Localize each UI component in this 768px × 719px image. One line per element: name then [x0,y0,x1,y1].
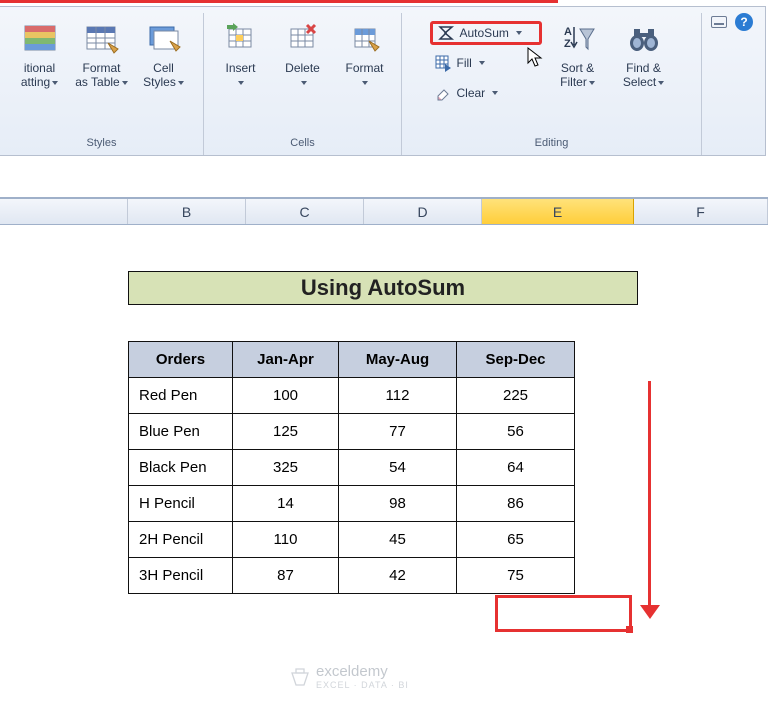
insert-button[interactable]: Insert [211,17,271,115]
cell[interactable]: 98 [339,486,457,522]
merged-title-cell[interactable]: Using AutoSum [128,271,638,305]
conditional-formatting-button[interactable]: itionalatting [10,17,70,115]
cell[interactable]: 54 [339,450,457,486]
cell-styles-button[interactable]: CellStyles [134,17,194,115]
group-label-cells: Cells [290,137,314,153]
format-as-table-label: Formatas Table [75,61,120,89]
fill-label: Fill [457,56,472,70]
format-as-table-button[interactable]: Formatas Table [72,17,132,115]
cell[interactable]: 110 [233,522,339,558]
ribbon: ? itionalatting Formatas Table CellStyle… [0,6,766,156]
insert-icon [223,21,259,57]
table-row: 2H Pencil 110 45 65 [129,522,575,558]
cell[interactable]: 77 [339,414,457,450]
svg-text:A: A [564,26,572,38]
cell[interactable]: Blue Pen [129,414,233,450]
watermark-sub: EXCEL · DATA · BI [316,680,409,690]
column-header-b[interactable]: B [128,199,246,224]
format-button[interactable]: Format [335,17,395,115]
cell[interactable]: H Pencil [129,486,233,522]
conditional-formatting-label: itionalatting [21,61,55,89]
cell[interactable]: 86 [457,486,575,522]
cell[interactable]: Black Pen [129,450,233,486]
binoculars-icon [626,21,662,57]
fill-icon [434,54,452,72]
group-cells: Insert Delete Format Cells [204,13,402,155]
cell[interactable]: 2H Pencil [129,522,233,558]
watermark: exceldemy EXCEL · DATA · BI [290,663,409,690]
cell[interactable]: Red Pen [129,378,233,414]
header-may-aug[interactable]: May-Aug [339,342,457,378]
table-row: Blue Pen 125 77 56 [129,414,575,450]
header-jan-apr[interactable]: Jan-Apr [233,342,339,378]
cell[interactable]: 125 [233,414,339,450]
table-row: Red Pen 100 112 225 [129,378,575,414]
cell[interactable]: 75 [457,558,575,594]
sigma-icon [437,24,455,42]
group-styles: itionalatting Formatas Table CellStyles … [0,13,204,155]
group-label-styles: Styles [87,137,117,153]
column-header-f[interactable]: F [634,199,768,224]
annotation-arrow-head [640,605,660,619]
column-header-d[interactable]: D [364,199,482,224]
table-row: H Pencil 14 98 86 [129,486,575,522]
data-table: Orders Jan-Apr May-Aug Sep-Dec Red Pen 1… [128,341,575,594]
conditional-formatting-icon [22,21,58,57]
cell[interactable]: 14 [233,486,339,522]
watermark-icon [290,667,310,687]
watermark-brand: exceldemy [316,663,388,680]
selected-cell-outline[interactable] [495,595,632,632]
group-label-editing: Editing [535,137,569,153]
column-header-e[interactable]: E [482,199,634,224]
format-as-table-icon [84,21,120,57]
cell[interactable]: 225 [457,378,575,414]
clear-label: Clear [457,86,486,100]
column-header-c[interactable]: C [246,199,364,224]
cell[interactable]: 325 [233,450,339,486]
header-sep-dec[interactable]: Sep-Dec [457,342,575,378]
autosum-label: AutoSum [460,26,509,40]
fill-button[interactable]: Fill [430,51,542,75]
cell-styles-label: CellStyles [143,61,176,89]
group-editing: AutoSum Fill Clear AZ Sort &Filter [402,13,702,155]
cell[interactable]: 56 [457,414,575,450]
cell[interactable]: 65 [457,522,575,558]
fill-handle[interactable] [626,626,633,633]
delete-button[interactable]: Delete [273,17,333,115]
cell[interactable]: 100 [233,378,339,414]
cell[interactable]: 112 [339,378,457,414]
find-select-button[interactable]: Find &Select [614,17,674,115]
sort-filter-button[interactable]: AZ Sort &Filter [548,17,608,115]
format-icon [347,21,383,57]
column-header-row: B C D E F [0,197,768,225]
find-select-label: Find &Select [623,61,661,89]
cell[interactable]: 42 [339,558,457,594]
cell[interactable]: 3H Pencil [129,558,233,594]
cell[interactable]: 64 [457,450,575,486]
table-row: Black Pen 325 54 64 [129,450,575,486]
cell[interactable]: 45 [339,522,457,558]
format-label: Format [345,61,383,75]
clear-button[interactable]: Clear [430,81,542,105]
delete-icon [285,21,321,57]
autosum-button[interactable]: AutoSum [430,21,542,45]
insert-label: Insert [225,61,255,75]
table-row: 3H Pencil 87 42 75 [129,558,575,594]
svg-text:Z: Z [564,38,571,50]
delete-label: Delete [285,61,320,75]
worksheet-area[interactable]: Using AutoSum Orders Jan-Apr May-Aug Sep… [0,225,768,719]
cell[interactable]: 87 [233,558,339,594]
header-orders[interactable]: Orders [129,342,233,378]
annotation-arrow-line [648,381,651,609]
eraser-icon [434,84,452,102]
cell-styles-icon [146,21,182,57]
sort-filter-icon: AZ [560,21,596,57]
